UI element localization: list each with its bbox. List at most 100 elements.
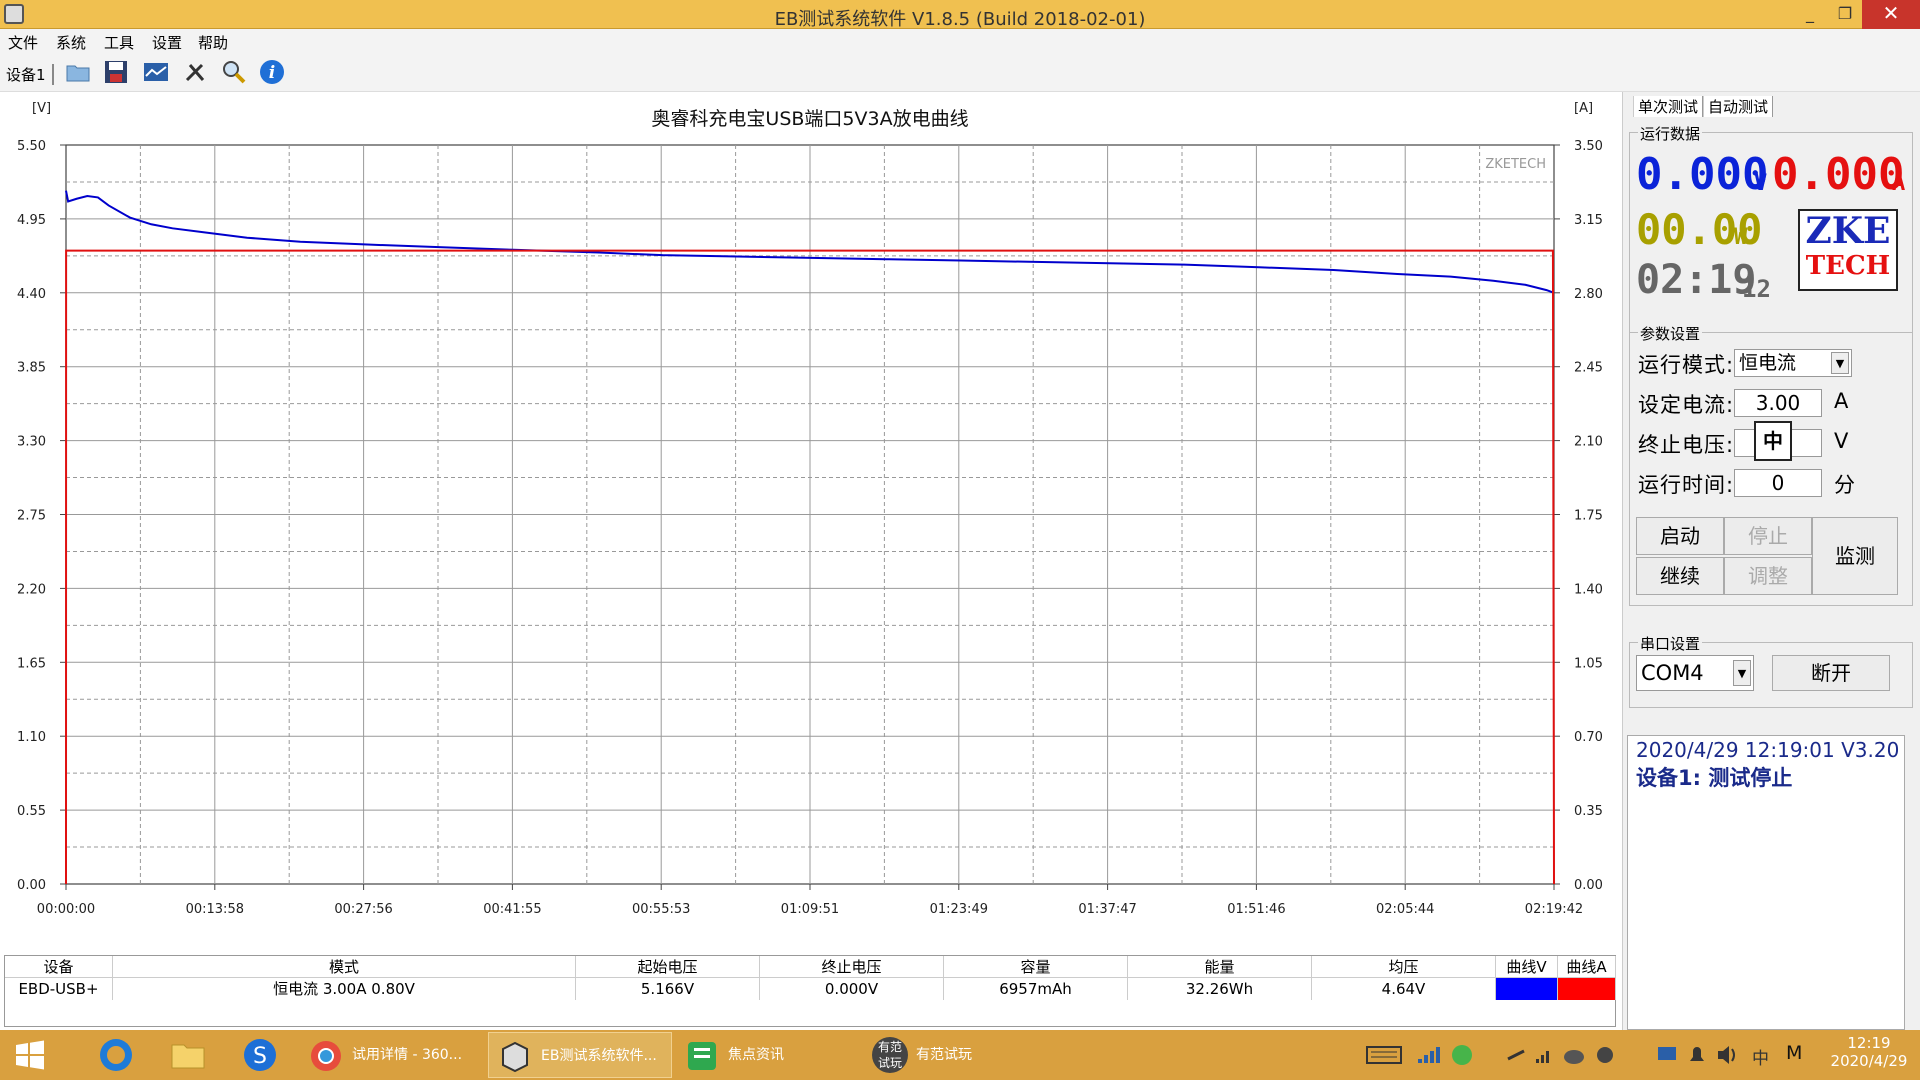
params-title: 参数设置 xyxy=(1638,323,1703,344)
cloud-icon[interactable] xyxy=(1560,1033,1588,1077)
ime-overlay[interactable]: 中 xyxy=(1754,421,1792,461)
cell-end-voltage: 0.000V xyxy=(760,978,944,1000)
info-icon[interactable]: i xyxy=(258,58,286,86)
device-tab[interactable]: 设备1 xyxy=(6,64,54,85)
tab-single-test[interactable]: 单次测试 xyxy=(1633,96,1704,117)
y-right-tick-label: 2.10 xyxy=(1574,435,1603,450)
menu-help[interactable]: 帮助 xyxy=(198,32,228,53)
task-360-browser[interactable]: 试用详情 - 360... xyxy=(300,1032,484,1078)
monitor-button[interactable]: 监测 xyxy=(1812,517,1898,595)
title-bar: EB测试系统软件 V1.8.5 (Build 2018-02-01) _ ❐ ✕ xyxy=(0,0,1920,30)
y-left-tick-label: 5.50 xyxy=(17,139,46,154)
x-tick-label: 00:13:58 xyxy=(186,902,244,917)
disconnect-button[interactable]: 断开 xyxy=(1772,655,1890,691)
com-port-select[interactable]: COM4 ▼ xyxy=(1636,655,1754,691)
y-right-tick-label: 2.80 xyxy=(1574,287,1603,302)
close-button[interactable]: ✕ xyxy=(1862,0,1920,29)
chart-panel: 5.50 4.95 4.40 3.85 3.30 2.75 2.20 1.65 1.10 0.55… xyxy=(0,92,1620,1032)
y-right-tick-label: 0.00 xyxy=(1574,878,1603,893)
svg-text:S: S xyxy=(253,1044,267,1069)
table-row[interactable]: EBD-USB+ 恒电流 3.00A 0.80V 5.166V 0.000V 6… xyxy=(5,978,1616,1000)
mode-select[interactable]: 恒电流 ▼ xyxy=(1734,349,1852,377)
x-tick-label: 00:55:53 xyxy=(632,902,690,917)
voltage-readout: 0.000 xyxy=(1636,149,1769,200)
chevron-down-icon[interactable]: ▼ xyxy=(1733,660,1751,686)
x-tick-label: 01:09:51 xyxy=(781,902,839,917)
y-left-tick-label: 3.30 xyxy=(17,435,46,450)
keyboard-icon[interactable] xyxy=(1364,1033,1404,1077)
search-icon[interactable] xyxy=(220,58,248,86)
network-app-icon[interactable] xyxy=(1448,1033,1476,1077)
curve-a-color-swatch[interactable] xyxy=(1558,978,1616,1000)
sogou-icon[interactable]: S xyxy=(240,1033,280,1077)
task-news[interactable]: 焦点资讯 xyxy=(676,1032,860,1078)
power-unit: W xyxy=(1734,225,1748,250)
task-youfan[interactable]: 有范 试玩 有范试玩 xyxy=(864,1032,1048,1078)
y-left-tick-label: 1.10 xyxy=(17,730,46,745)
browser-icon[interactable] xyxy=(96,1033,136,1077)
cell-device: EBD-USB+ xyxy=(5,978,113,1000)
set-current-unit: A xyxy=(1834,389,1849,413)
x-tick-label: 00:41:55 xyxy=(483,902,541,917)
wifi-bars-icon[interactable] xyxy=(1532,1033,1556,1077)
run-time-input[interactable]: 0 xyxy=(1734,469,1822,497)
file-explorer-icon[interactable] xyxy=(168,1033,208,1077)
com-port-value: COM4 xyxy=(1641,661,1704,685)
discharge-chart: 5.50 4.95 4.40 3.85 3.30 2.75 2.20 1.65 1.10 0.55… xyxy=(17,101,1603,917)
chart-image-icon[interactable] xyxy=(142,58,170,86)
menu-settings[interactable]: 设置 xyxy=(152,32,182,53)
ime-mode-indicator[interactable]: M xyxy=(1786,1042,1802,1064)
col-curve-a: 曲线A xyxy=(1558,956,1616,978)
adjust-button[interactable]: 调整 xyxy=(1724,557,1812,595)
chrome-360-icon xyxy=(311,1041,341,1071)
mode-select-value: 恒电流 xyxy=(1739,352,1797,374)
curve-v-color-swatch[interactable] xyxy=(1496,978,1558,1000)
watermark: ZKETECH xyxy=(1485,157,1546,172)
task-label: EB测试系统软件... xyxy=(541,1048,657,1064)
monitor-tray-icon[interactable] xyxy=(1654,1033,1680,1077)
menu-tools[interactable]: 工具 xyxy=(104,32,134,53)
maximize-button[interactable]: ❐ xyxy=(1830,0,1860,29)
serial-group: 串口设置 COM4 ▼ 断开 xyxy=(1629,633,1913,708)
minimize-button[interactable]: _ xyxy=(1795,0,1825,29)
tab-auto-test[interactable]: 自动测试 xyxy=(1703,96,1774,117)
menu-bar: 文件 系统 工具 设置 帮助 xyxy=(0,29,1920,54)
tray-arrow-icon[interactable] xyxy=(1504,1033,1528,1077)
y-left-tick-label: 2.20 xyxy=(17,582,46,597)
clock[interactable]: 12:19 2020/4/29 xyxy=(1824,1034,1914,1070)
signal-icon[interactable] xyxy=(1414,1033,1442,1077)
menu-system[interactable]: 系统 xyxy=(56,32,86,53)
task-eb-software[interactable]: EB测试系统软件... xyxy=(488,1032,672,1078)
serial-title: 串口设置 xyxy=(1638,633,1703,654)
stop-button[interactable]: 停止 xyxy=(1724,517,1812,555)
taskbar: S 试用详情 - 360... EB测试系统软件... 焦点资讯 有范 试玩 有… xyxy=(0,1030,1920,1080)
volume-icon[interactable] xyxy=(1714,1033,1740,1077)
cell-mode: 恒电流 3.00A 0.80V xyxy=(113,978,576,1000)
task-label: 试用详情 - 360... xyxy=(352,1047,463,1063)
start-button[interactable]: 启动 xyxy=(1636,517,1724,555)
y-right-tick-label: 1.40 xyxy=(1574,582,1603,597)
tools-icon[interactable] xyxy=(182,58,210,86)
y-left-tick-label: 0.55 xyxy=(17,804,46,819)
col-avg-voltage: 均压 xyxy=(1312,956,1496,978)
menu-file[interactable]: 文件 xyxy=(8,32,38,53)
windows-start-icon[interactable] xyxy=(12,1033,48,1077)
security-icon[interactable] xyxy=(1592,1033,1618,1077)
x-tick-label: 01:37:47 xyxy=(1078,902,1136,917)
set-current-input[interactable]: 3.00 xyxy=(1734,389,1822,417)
save-icon[interactable] xyxy=(102,58,130,86)
continue-button[interactable]: 继续 xyxy=(1636,557,1724,595)
col-device: 设备 xyxy=(5,956,113,978)
svg-text:i: i xyxy=(269,63,275,83)
y-left-tick-label: 1.65 xyxy=(17,656,46,671)
y-right-tick-label: 3.50 xyxy=(1574,139,1603,154)
open-folder-icon[interactable] xyxy=(64,58,92,86)
test-tabs: 单次测试 自动测试 xyxy=(1633,96,1774,117)
status-timestamp: 2020/4/29 12:19:01 V3.20 xyxy=(1636,738,1900,762)
clock-time: 12:19 xyxy=(1847,1034,1891,1052)
right-axis-unit: [A] xyxy=(1574,101,1593,116)
ime-indicator[interactable]: 中 xyxy=(1752,1044,1769,1069)
window-title: EB测试系统软件 V1.8.5 (Build 2018-02-01) xyxy=(774,9,1146,30)
chevron-down-icon[interactable]: ▼ xyxy=(1831,352,1849,374)
notification-icon[interactable] xyxy=(1684,1033,1710,1077)
